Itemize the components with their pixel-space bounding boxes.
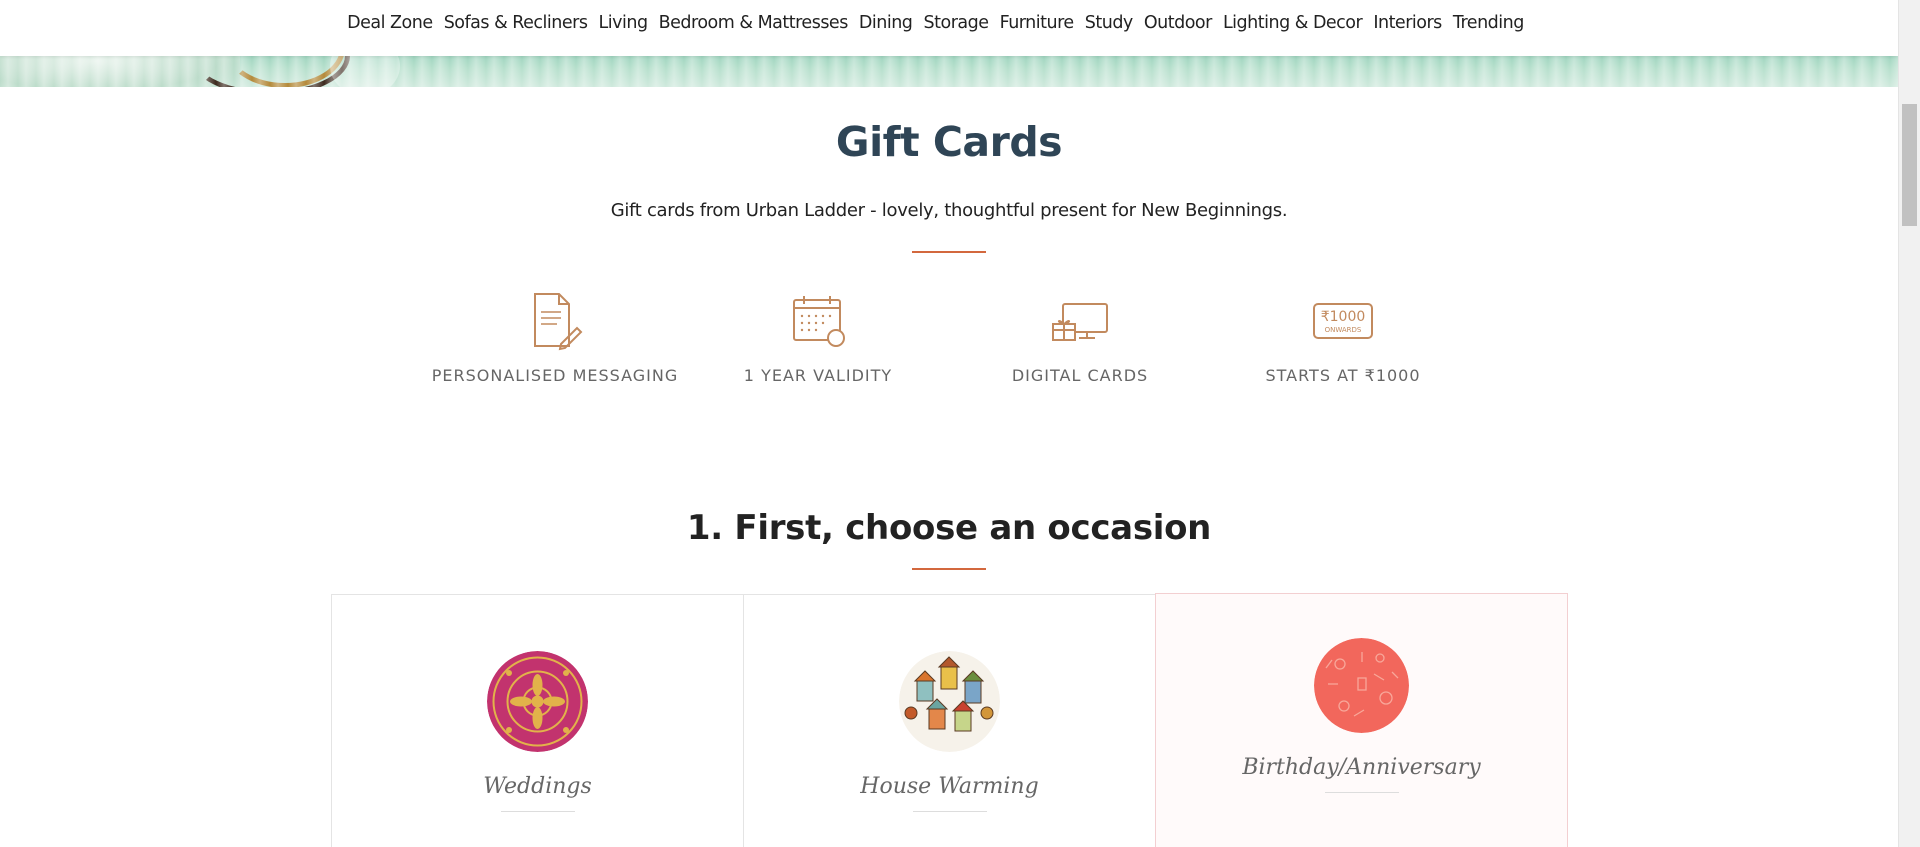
nav-item-living[interactable]: Living	[599, 13, 649, 33]
occasion-card-list: Weddings House Warming Birthday/Annivers…	[331, 593, 1570, 847]
feature-label: STARTS AT ₹1000	[1265, 366, 1421, 385]
nav-list: Deal Zone Sofas & Recliners Living Bedro…	[344, 0, 1527, 33]
page-subtitle: Gift cards from Urban Ladder - lovely, t…	[610, 200, 1288, 221]
card-underline	[912, 811, 987, 812]
title-divider	[912, 251, 986, 253]
nav-item-interiors[interactable]: Interiors	[1373, 13, 1442, 33]
page-scrollbar[interactable]	[1898, 0, 1920, 847]
occasion-card-house-warming[interactable]: House Warming	[743, 594, 1156, 847]
nav-item-outdoor[interactable]: Outdoor	[1144, 13, 1212, 33]
occasion-card-name: Weddings	[483, 774, 592, 799]
gift-screen-icon	[1052, 303, 1108, 341]
feature-digital-cards: DIGITAL CARDS	[950, 290, 1210, 385]
rupee-badge-icon: ₹1000 ONWARDS	[1313, 303, 1373, 339]
feature-year-validity: 1 YEAR VALIDITY	[688, 290, 948, 385]
page-title: Gift Cards	[835, 118, 1063, 166]
feature-starts-at: ₹1000 ONWARDS STARTS AT ₹1000	[1213, 290, 1473, 385]
occasion-card-weddings[interactable]: Weddings	[331, 594, 744, 847]
nav-item-sofas-recliners[interactable]: Sofas & Recliners	[444, 13, 588, 33]
occasion-heading: 1. First, choose an occasion	[686, 508, 1212, 548]
nav-item-bedroom-mattresses[interactable]: Bedroom & Mattresses	[659, 13, 849, 33]
birthday-pattern-icon	[1314, 638, 1409, 733]
nav-item-deal-zone[interactable]: Deal Zone	[347, 13, 433, 33]
feature-label: DIGITAL CARDS	[1011, 366, 1149, 385]
calendar-clock-icon	[793, 296, 845, 347]
badge-sub: ONWARDS	[1325, 326, 1362, 334]
scrollbar-thumb[interactable]	[1902, 104, 1917, 226]
feature-personalised-messaging: PERSONALISED MESSAGING	[425, 290, 685, 385]
card-underline	[500, 811, 575, 812]
weddings-pattern-icon	[487, 651, 588, 752]
nav-item-lighting-decor[interactable]: Lighting & Decor	[1223, 13, 1363, 33]
card-underline	[1324, 792, 1399, 793]
feature-label: 1 YEAR VALIDITY	[743, 366, 893, 385]
occasion-card-name: Birthday/Anniversary	[1242, 755, 1481, 780]
occasion-divider	[912, 568, 986, 570]
badge-amount: ₹1000	[1321, 309, 1366, 325]
nav-item-storage[interactable]: Storage	[924, 13, 989, 33]
occasion-card-name: House Warming	[860, 774, 1039, 799]
occasion-card-birthday-anniversary[interactable]: Birthday/Anniversary	[1155, 593, 1568, 847]
nav-item-study[interactable]: Study	[1085, 13, 1134, 33]
nav-item-trending[interactable]: Trending	[1453, 13, 1524, 33]
nav-item-furniture[interactable]: Furniture	[1000, 13, 1075, 33]
document-pen-icon	[534, 293, 583, 351]
house-warming-pattern-icon	[899, 651, 1000, 752]
hero-banner-strip	[0, 56, 1898, 87]
top-navigation: Deal Zone Sofas & Recliners Living Bedro…	[0, 0, 1898, 56]
feature-label: PERSONALISED MESSAGING	[431, 366, 679, 385]
nav-item-dining[interactable]: Dining	[859, 13, 913, 33]
